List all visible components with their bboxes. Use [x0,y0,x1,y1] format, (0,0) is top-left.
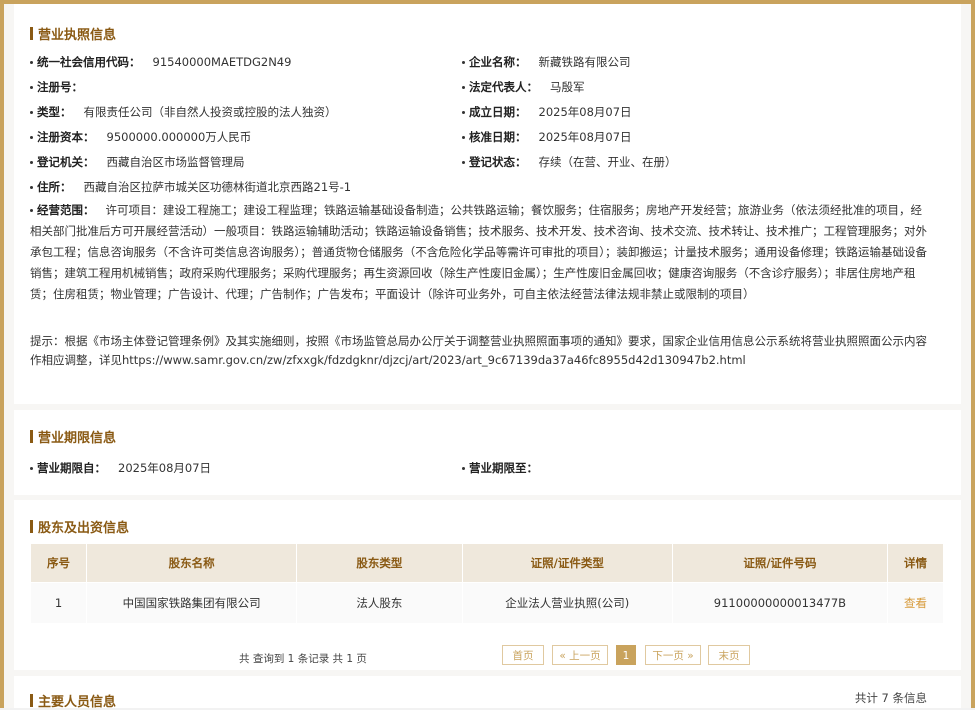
bullet-icon [462,467,465,470]
bullet-icon [462,61,465,64]
bullet-icon [462,161,465,164]
field-legal-rep: 法定代表人： 马殷军 [462,79,585,95]
current-page-button[interactable]: 1 [616,645,636,665]
shareholder-section: 股东及出资信息 序号 股东名称 股东类型 证照/证件类型 证照/证件号码 详情 … [14,500,961,670]
license-section: 营业执照信息 统一社会信用代码： 91540000MAETDG2N49 企业名称：… [14,4,961,404]
pagination: 共 查询到 1 条记录 共 1 页 首页 « 上一页 1 下一页 » 末页 [14,645,961,669]
bullet-icon [30,186,33,189]
personnel-title-text: 主要人员信息 [38,695,117,710]
cell-cert-type: 企业法人营业执照(公司) [461,582,673,624]
cell-detail: 查看 [886,582,945,624]
field-type: 类型： 有限责任公司（非自然人投资或控股的法人独资） [30,104,337,120]
cell-name: 中国国家铁路集团有限公司 [85,582,298,624]
table-header-row: 序号 股东名称 股东类型 证照/证件类型 证照/证件号码 详情 [30,543,945,583]
business-scope: 经营范围： 许可项目：建设工程施工；建设工程监理；铁路运输基础设备制造；公共铁路… [30,203,927,301]
title-bar-icon [30,694,33,707]
col-cert-no: 证照/证件号码 [671,543,888,583]
title-bar-icon [30,520,33,533]
col-detail: 详情 [886,543,945,583]
bullet-icon [30,86,33,89]
bullet-icon [30,209,33,212]
col-name: 股东名称 [85,543,298,583]
next-page-button[interactable]: 下一页 » [645,645,701,665]
personnel-total: 共计 7 条信息 [854,691,927,705]
term-section-title: 营业期限信息 [30,427,116,446]
bullet-icon [30,61,33,64]
field-reg-no: 注册号： [30,79,95,95]
field-status: 登记状态： 存续（在营、开业、在册） [462,154,677,170]
shareholder-section-title: 股东及出资信息 [30,517,129,536]
cell-no: 1 [30,582,87,624]
bullet-icon [30,111,33,114]
bullet-icon [30,467,33,470]
personnel-section-title: 主要人员信息 [30,691,116,710]
shareholder-title-text: 股东及出资信息 [38,521,130,536]
field-approve-date: 核准日期： 2025年08月07日 [462,129,632,145]
bullet-icon [30,136,33,139]
field-company-name: 企业名称： 新藏铁路有限公司 [462,54,631,70]
bullet-icon [30,161,33,164]
field-term-from: 营业期限自： 2025年08月07日 [30,460,211,476]
business-scope-text: 许可项目：建设工程施工；建设工程监理；铁路运输基础设备制造；公共铁路运输；餐饮服… [30,203,927,301]
title-bar-icon [30,27,33,40]
field-authority: 登记机关： 西藏自治区市场监督管理局 [30,154,245,170]
term-section: 营业期限信息 营业期限自： 2025年08月07日 营业期限至： [14,410,961,495]
cell-cert-no: 91100000000013477B [671,582,888,624]
view-detail-link[interactable]: 查看 [904,596,927,610]
first-page-button[interactable]: 首页 [502,645,544,665]
bullet-icon [462,136,465,139]
pagination-info: 共 查询到 1 条记录 共 1 页 [239,653,367,665]
col-no: 序号 [30,543,87,583]
table-row: 1 中国国家铁路集团有限公司 法人股东 企业法人营业执照(公司) 9110000… [30,582,945,624]
field-found-date: 成立日期： 2025年08月07日 [462,104,632,120]
prev-page-button[interactable]: « 上一页 [552,645,608,665]
field-capital: 注册资本： 9500000.000000万人民币 [30,129,251,145]
field-credit-code: 统一社会信用代码： 91540000MAETDG2N49 [30,54,291,70]
bullet-icon [462,86,465,89]
license-notice: 提示：根据《市场主体登记管理条例》及其实施细则，按照《市场监管总局办公厅关于调整… [30,334,927,367]
personnel-section: 主要人员信息 共计 7 条信息 [14,676,961,710]
col-type: 股东类型 [296,543,463,583]
field-address: 住所： 西藏自治区拉萨市城关区功德林街道北京西路21号-1 [30,179,351,195]
term-title-text: 营业期限信息 [38,431,117,446]
bullet-icon [462,111,465,114]
shareholder-table: 序号 股东名称 股东类型 证照/证件类型 证照/证件号码 详情 1 中国国家铁路… [30,543,945,624]
license-section-title: 营业执照信息 [30,24,116,43]
col-cert-type: 证照/证件类型 [461,543,673,583]
cell-type: 法人股东 [296,582,463,624]
last-page-button[interactable]: 末页 [708,645,750,665]
field-term-to: 营业期限至： [462,460,550,476]
license-title-text: 营业执照信息 [38,28,117,43]
title-bar-icon [30,430,33,443]
